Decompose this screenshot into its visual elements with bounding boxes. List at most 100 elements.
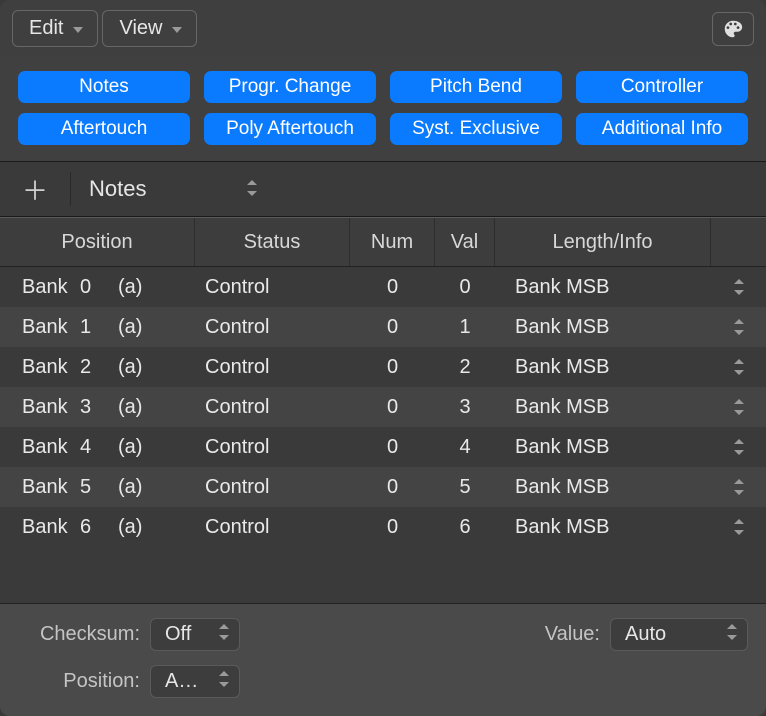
col-position[interactable]: Position (0, 218, 195, 266)
pos-subdiv: (a) (118, 356, 158, 379)
cell-info[interactable]: Bank MSB (495, 316, 711, 339)
footer: Checksum: Off Value: Auto Position: A… (0, 603, 766, 716)
pos-bank: Bank (22, 476, 80, 499)
cell-val[interactable]: 0 (435, 276, 495, 299)
cell-val[interactable]: 3 (435, 396, 495, 419)
filter-controller[interactable]: Controller (576, 71, 748, 103)
table-row[interactable]: Bank3(a)Control03Bank MSB (0, 387, 766, 427)
cell-num[interactable]: 0 (350, 516, 435, 539)
position-select[interactable]: A… (150, 665, 240, 698)
filter-pitch-bend[interactable]: Pitch Bend (390, 71, 562, 103)
cell-num[interactable]: 0 (350, 436, 435, 459)
filter-notes[interactable]: Notes (18, 71, 190, 103)
position-label: Position: (18, 670, 140, 693)
filter-program-change[interactable]: Progr. Change (204, 71, 376, 103)
table-row[interactable]: Bank4(a)Control04Bank MSB (0, 427, 766, 467)
colors-button[interactable] (712, 12, 754, 46)
add-event-button[interactable]: ＋ (0, 168, 70, 210)
row-stepper[interactable] (711, 279, 766, 295)
row-stepper[interactable] (711, 359, 766, 375)
table-row[interactable]: Bank1(a)Control01Bank MSB (0, 307, 766, 347)
value-value: Auto (625, 623, 666, 646)
pos-bank: Bank (22, 396, 80, 419)
plus-icon: ＋ (22, 171, 48, 208)
table-row[interactable]: Bank0(a)Control00Bank MSB (0, 267, 766, 307)
cell-num[interactable]: 0 (350, 316, 435, 339)
cell-val[interactable]: 5 (435, 476, 495, 499)
pos-index: 3 (80, 396, 118, 419)
row-stepper[interactable] (711, 519, 766, 535)
cell-status[interactable]: Control (195, 396, 350, 419)
cell-status[interactable]: Control (195, 516, 350, 539)
cell-position[interactable]: Bank1(a) (0, 316, 195, 339)
filter-row-2: Aftertouch Poly Aftertouch Syst. Exclusi… (18, 113, 748, 145)
filter-row-1: Notes Progr. Change Pitch Bend Controlle… (18, 71, 748, 103)
value-select[interactable]: Auto (610, 618, 748, 651)
cell-info[interactable]: Bank MSB (495, 276, 711, 299)
event-table: Position Status Num Val Length/Info Bank… (0, 217, 766, 603)
table-row[interactable]: Bank2(a)Control02Bank MSB (0, 347, 766, 387)
updown-icon (219, 670, 229, 693)
col-length[interactable]: Length/Info (495, 218, 711, 266)
cell-info[interactable]: Bank MSB (495, 436, 711, 459)
filter-aftertouch[interactable]: Aftertouch (18, 113, 190, 145)
col-spacer (711, 218, 766, 266)
cell-status[interactable]: Control (195, 276, 350, 299)
cell-position[interactable]: Bank3(a) (0, 396, 195, 419)
add-bar: ＋ Notes (0, 162, 766, 217)
cell-position[interactable]: Bank2(a) (0, 356, 195, 379)
cell-position[interactable]: Bank4(a) (0, 436, 195, 459)
cell-num[interactable]: 0 (350, 356, 435, 379)
row-stepper[interactable] (711, 319, 766, 335)
updown-icon (734, 359, 744, 375)
table-row[interactable]: Bank5(a)Control05Bank MSB (0, 467, 766, 507)
pos-index: 2 (80, 356, 118, 379)
cell-position[interactable]: Bank6(a) (0, 516, 195, 539)
event-type-select[interactable]: Notes (71, 168, 271, 210)
cell-position[interactable]: Bank0(a) (0, 276, 195, 299)
pos-bank: Bank (22, 516, 80, 539)
cell-val[interactable]: 1 (435, 316, 495, 339)
cell-val[interactable]: 4 (435, 436, 495, 459)
chevron-down-icon (172, 22, 182, 36)
cell-num[interactable]: 0 (350, 396, 435, 419)
cell-num[interactable]: 0 (350, 276, 435, 299)
cell-val[interactable]: 2 (435, 356, 495, 379)
checksum-select[interactable]: Off (150, 618, 240, 651)
col-status[interactable]: Status (195, 218, 350, 266)
edit-menu[interactable]: Edit (12, 10, 98, 47)
pos-subdiv: (a) (118, 436, 158, 459)
col-num[interactable]: Num (350, 218, 435, 266)
filter-sysex[interactable]: Syst. Exclusive (390, 113, 562, 145)
filter-additional-info[interactable]: Additional Info (576, 113, 748, 145)
updown-icon (734, 519, 744, 535)
event-list-panel: Edit View Notes Progr. Change Pitch Bend… (0, 0, 766, 716)
pos-subdiv: (a) (118, 516, 158, 539)
cell-info[interactable]: Bank MSB (495, 516, 711, 539)
row-stepper[interactable] (711, 439, 766, 455)
updown-icon (734, 399, 744, 415)
filter-poly-aftertouch[interactable]: Poly Aftertouch (204, 113, 376, 145)
cell-info[interactable]: Bank MSB (495, 476, 711, 499)
pos-bank: Bank (22, 316, 80, 339)
pos-bank: Bank (22, 356, 80, 379)
cell-status[interactable]: Control (195, 476, 350, 499)
pos-index: 4 (80, 436, 118, 459)
chevron-down-icon (73, 22, 83, 36)
cell-num[interactable]: 0 (350, 476, 435, 499)
edit-menu-label: Edit (29, 17, 63, 40)
cell-info[interactable]: Bank MSB (495, 396, 711, 419)
cell-status[interactable]: Control (195, 436, 350, 459)
col-val[interactable]: Val (435, 218, 495, 266)
row-stepper[interactable] (711, 399, 766, 415)
pos-subdiv: (a) (118, 316, 158, 339)
cell-status[interactable]: Control (195, 356, 350, 379)
cell-val[interactable]: 6 (435, 516, 495, 539)
cell-position[interactable]: Bank5(a) (0, 476, 195, 499)
table-row[interactable]: Bank6(a)Control06Bank MSB (0, 507, 766, 547)
value-label: Value: (545, 623, 600, 646)
cell-status[interactable]: Control (195, 316, 350, 339)
cell-info[interactable]: Bank MSB (495, 356, 711, 379)
row-stepper[interactable] (711, 479, 766, 495)
view-menu[interactable]: View (102, 10, 197, 47)
